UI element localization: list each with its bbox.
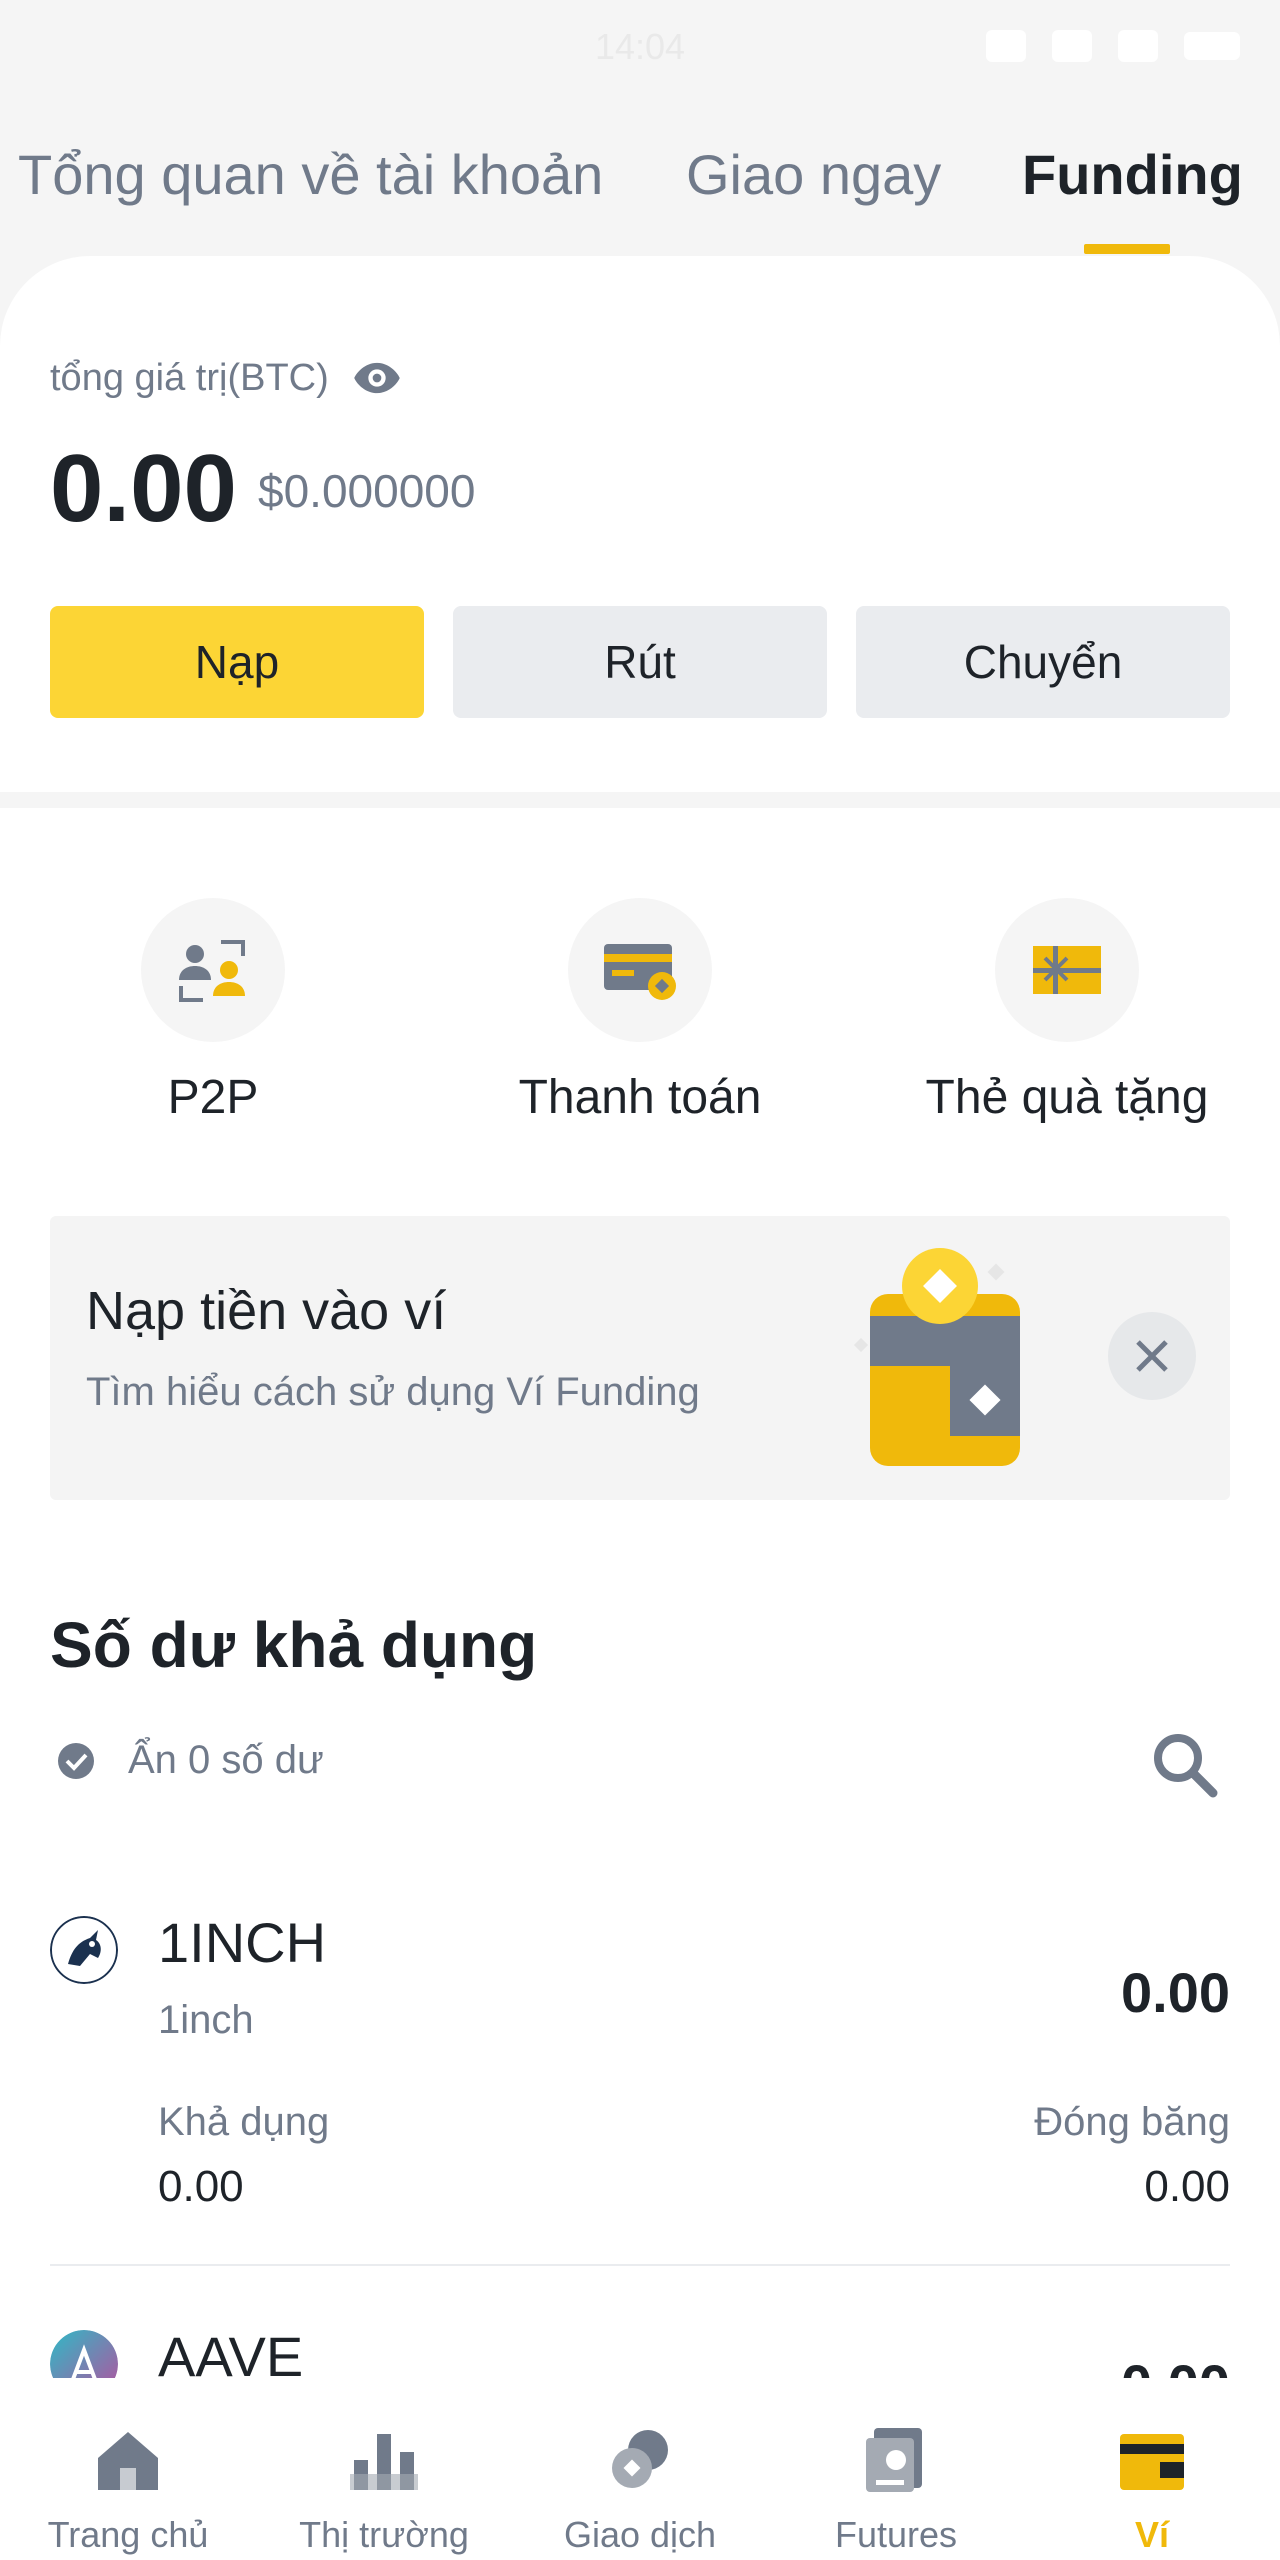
asset-name: 1inch bbox=[158, 1998, 254, 2042]
nav-wallet[interactable]: Ví bbox=[1024, 2378, 1280, 2560]
status-bar: 14:04 bbox=[0, 0, 1280, 92]
balance-label-row: tổng giá trị(BTC) bbox=[50, 352, 403, 404]
shortcut-label: P2P bbox=[167, 1071, 259, 1124]
transfer-button[interactable]: Chuyển bbox=[856, 606, 1230, 718]
asset-row[interactable]: AAVE 0.00 bbox=[50, 2330, 1230, 2378]
account-tabs: Tổng quan về tài khoản Giao ngay Funding bbox=[0, 132, 1280, 262]
status-icons bbox=[986, 30, 1240, 62]
asset-symbol: 1INCH bbox=[158, 1911, 327, 1974]
section-divider bbox=[0, 792, 1280, 808]
1inch-logo-icon bbox=[50, 1916, 118, 1984]
nav-futures[interactable]: Futures bbox=[768, 2378, 1024, 2560]
hide-zero-label: Ẩn 0 số dư bbox=[128, 1738, 324, 1782]
bottom-navigation: Trang chủ Thị trường Giao dịch Futures V… bbox=[0, 2378, 1280, 2560]
nav-label: Trang chủ bbox=[47, 2514, 209, 2555]
futures-icon bbox=[866, 2428, 922, 2492]
shortcut-p2p[interactable]: P2P bbox=[63, 898, 363, 1125]
nav-trade[interactable]: Giao dịch bbox=[512, 2378, 768, 2560]
battery-icon bbox=[1184, 32, 1240, 60]
available-balance-title: Số dư khả dụng bbox=[50, 1609, 538, 1681]
wallet-icon bbox=[1120, 2434, 1184, 2490]
deposit-button[interactable]: Nạp bbox=[50, 606, 424, 718]
search-icon[interactable] bbox=[1148, 1728, 1220, 1800]
balance-label: tổng giá trị(BTC) bbox=[50, 356, 329, 399]
balance-card: tổng giá trị(BTC) 0.00 $0.000000 Nạp Rút… bbox=[0, 256, 1280, 792]
withdraw-button[interactable]: Rút bbox=[453, 606, 827, 718]
asset-symbol: AAVE bbox=[158, 2330, 304, 2378]
nav-markets[interactable]: Thị trường bbox=[256, 2378, 512, 2560]
frozen-value: 0.00 bbox=[1144, 2162, 1230, 2211]
close-icon[interactable] bbox=[1108, 1312, 1196, 1400]
banner-title: Nạp tiền vào ví bbox=[86, 1281, 447, 1341]
wifi-icon bbox=[1052, 30, 1092, 62]
shortcut-gift-card[interactable]: Thẻ quà tặng bbox=[917, 898, 1217, 1125]
balance-usd: $0.000000 bbox=[258, 465, 476, 517]
asset-total: 0.00 bbox=[1121, 2352, 1230, 2378]
hide-zero-toggle[interactable]: Ẩn 0 số dư bbox=[56, 1738, 324, 1783]
shortcut-label: Thanh toán bbox=[518, 1071, 762, 1124]
deposit-banner[interactable]: Nạp tiền vào ví Tìm hiểu cách sử dụng Ví… bbox=[50, 1216, 1230, 1500]
nav-label: Thị trường bbox=[299, 2514, 469, 2555]
alarm-icon bbox=[986, 30, 1026, 62]
nav-label: Ví bbox=[1134, 2514, 1169, 2555]
asset-row[interactable]: 1INCH 1inch 0.00 Khả dụng 0.00 Đóng băng… bbox=[50, 1911, 1230, 2236]
p2p-icon bbox=[141, 898, 285, 1042]
eye-icon[interactable] bbox=[351, 352, 403, 404]
available-label: Khả dụng bbox=[158, 2100, 330, 2144]
tab-funding[interactable]: Funding bbox=[1022, 142, 1243, 207]
home-icon bbox=[98, 2432, 158, 2490]
payment-card-icon bbox=[568, 898, 712, 1042]
markets-icon bbox=[350, 2434, 418, 2490]
frozen-label: Đóng băng bbox=[1034, 2100, 1230, 2144]
shortcut-payment[interactable]: Thanh toán bbox=[490, 898, 790, 1125]
available-value: 0.00 bbox=[158, 2162, 244, 2211]
aave-logo-icon bbox=[50, 2330, 118, 2378]
gift-card-icon bbox=[995, 898, 1139, 1042]
balance-btc: 0.00 bbox=[50, 435, 237, 542]
nav-label: Futures bbox=[834, 2514, 958, 2555]
banner-subtitle: Tìm hiểu cách sử dụng Ví Funding bbox=[86, 1370, 700, 1414]
wallet-illustration bbox=[853, 1248, 1020, 1466]
trade-icon bbox=[612, 2430, 668, 2488]
nav-home[interactable]: Trang chủ bbox=[0, 2378, 256, 2560]
row-divider bbox=[50, 2264, 1230, 2266]
tab-overview[interactable]: Tổng quan về tài khoản bbox=[18, 142, 603, 207]
nav-label: Giao dịch bbox=[563, 2514, 717, 2555]
asset-total: 0.00 bbox=[1121, 1961, 1230, 2024]
tab-spot[interactable]: Giao ngay bbox=[686, 142, 941, 207]
signal-icon bbox=[1118, 30, 1158, 62]
funding-main: P2P Thanh toán Thẻ quà tặng Nạp tiền vào… bbox=[0, 808, 1280, 2378]
shortcut-label: Thẻ quà tặng bbox=[925, 1071, 1209, 1124]
check-circle-icon bbox=[58, 1742, 94, 1779]
active-tab-indicator bbox=[1084, 244, 1170, 254]
